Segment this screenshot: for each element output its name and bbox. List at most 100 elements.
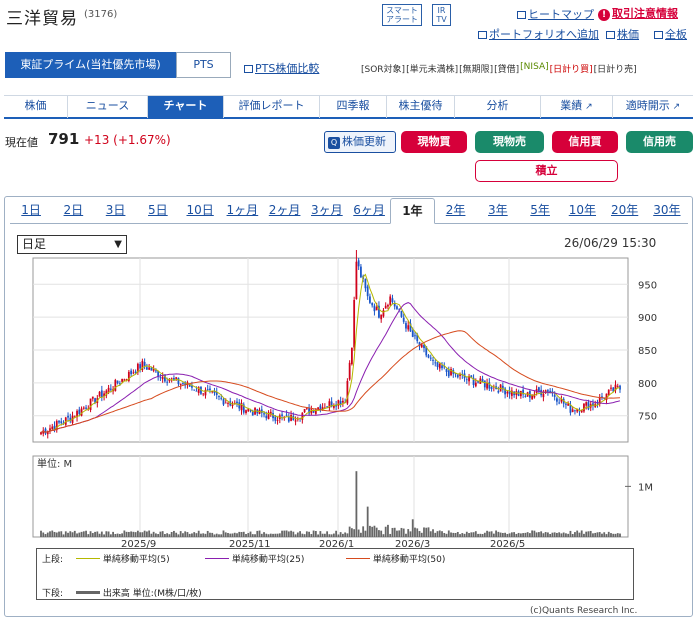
- volume-bar: [71, 532, 74, 537]
- volume-bar: [53, 531, 56, 537]
- legend-ma25: 単純移動平均(25): [205, 552, 304, 565]
- nav-tab-benefits[interactable]: 株主優待: [387, 96, 455, 118]
- volume-bar: [533, 530, 536, 537]
- volume-bar: [220, 534, 223, 537]
- volume-bar: [371, 526, 374, 537]
- volume-bar: [578, 532, 581, 537]
- market-tab-primary[interactable]: 東証プライム(当社優先市場): [5, 52, 176, 78]
- candle-body: [303, 409, 306, 413]
- volume-bar: [326, 531, 329, 537]
- candle-body: [276, 419, 279, 421]
- nav-tab-chart[interactable]: チャート: [148, 96, 224, 118]
- volume-bar: [260, 533, 263, 537]
- candle-body: [610, 387, 612, 389]
- volume-bar: [312, 530, 315, 537]
- period-tab-4[interactable]: 10日: [179, 198, 221, 223]
- volume-bar: [301, 533, 304, 537]
- volume-bar: [335, 530, 338, 537]
- period-tab-6[interactable]: 2ヶ月: [264, 198, 306, 223]
- volume-bar: [364, 530, 367, 537]
- nav-tab-earnings[interactable]: 業績 ↗: [541, 96, 613, 118]
- period-tab-13[interactable]: 10年: [561, 198, 603, 223]
- accumulate-button[interactable]: 積立: [475, 160, 618, 182]
- candle-body: [121, 379, 124, 382]
- margin-sell-button[interactable]: 信用売: [626, 131, 693, 153]
- badge-daytrade-buy: [日計り買]: [549, 65, 593, 75]
- volume-bar: [436, 531, 439, 537]
- cash-buy-button[interactable]: 現物買: [401, 131, 467, 153]
- volume-label: 出来高 単位:(M株/口/枚): [102, 589, 202, 599]
- market-tab-pts[interactable]: PTS: [176, 52, 231, 78]
- volume-bar: [351, 528, 353, 537]
- volume-bar: [369, 525, 371, 537]
- volume-bar: [323, 533, 326, 537]
- nav-tab-disclosure[interactable]: 適時開示 ↗: [613, 96, 693, 118]
- portfolio-link[interactable]: ポートフォリオへ追加: [478, 26, 599, 42]
- candle-body: [209, 388, 211, 391]
- alert-icon: !: [598, 9, 610, 21]
- period-tab-9[interactable]: 1年: [390, 198, 435, 224]
- full-board-link[interactable]: 全板: [654, 26, 687, 42]
- volume-bar: [242, 531, 245, 537]
- cash-sell-button[interactable]: 現物売: [475, 131, 544, 153]
- volume-bar: [459, 534, 461, 537]
- candle-body: [574, 410, 576, 412]
- candle-body: [465, 379, 468, 381]
- volume-bar: [565, 533, 567, 537]
- margin-buy-button[interactable]: 信用買: [552, 131, 618, 153]
- period-tab-12[interactable]: 5年: [519, 198, 561, 223]
- candle-body: [441, 365, 443, 369]
- badge-indefinite: [無期限]: [459, 65, 494, 75]
- volume-bar: [116, 533, 119, 537]
- volume-bar: [558, 532, 561, 537]
- volume-bar: [100, 531, 103, 537]
- nav-tab-analysis[interactable]: 分析: [455, 96, 541, 118]
- volume-tick-label: 1M: [638, 482, 653, 493]
- smart-alert-button[interactable]: スマート アラート: [382, 4, 422, 26]
- heatmap-link[interactable]: ヒートマップ: [517, 6, 594, 22]
- volume-bar: [107, 531, 110, 537]
- period-tab-1[interactable]: 2日: [52, 198, 94, 223]
- candle-body: [206, 389, 209, 391]
- period-tab-3[interactable]: 5日: [137, 198, 179, 223]
- volume-bar: [339, 532, 342, 537]
- candle-body: [236, 401, 238, 404]
- period-tab-8[interactable]: 6ヶ月: [348, 198, 390, 223]
- volume-bar: [447, 530, 450, 537]
- volume-bar: [69, 531, 72, 537]
- ir-tv-button[interactable]: IR TV: [432, 4, 451, 26]
- period-tab-11[interactable]: 3年: [477, 198, 519, 223]
- external-link-icon: ↗: [582, 102, 593, 112]
- period-tab-14[interactable]: 20年: [604, 198, 646, 223]
- pts-compare-link[interactable]: PTS株価比較: [244, 60, 319, 76]
- period-tab-15[interactable]: 30年: [646, 198, 688, 223]
- volume-bar: [136, 530, 139, 537]
- nav-tab-news[interactable]: ニュース: [68, 96, 148, 118]
- volume-bar: [121, 533, 124, 537]
- period-tab-5[interactable]: 1ヶ月: [221, 198, 263, 223]
- window-icon: [244, 65, 253, 73]
- candle-body: [351, 347, 353, 365]
- period-tab-2[interactable]: 3日: [95, 198, 137, 223]
- nav-tab-price[interactable]: 株価: [4, 96, 68, 118]
- refresh-price-button[interactable]: Q 株価更新: [324, 131, 396, 153]
- stock-chart[interactable]: 7508008509009502025/9 2025/11 2026/1 2026/3…: [0, 250, 697, 550]
- volume-bar: [251, 534, 254, 537]
- volume-bar: [184, 531, 187, 537]
- candle-body: [116, 380, 119, 384]
- candle-body: [177, 377, 180, 384]
- window-icon: [606, 31, 615, 39]
- risk-info-link[interactable]: ! 取引注意情報: [598, 5, 678, 21]
- badge-daytrade-sell: [日計り売]: [593, 65, 637, 75]
- period-tab-7[interactable]: 3ヶ月: [306, 198, 348, 223]
- period-tab-0[interactable]: 1日: [10, 198, 52, 223]
- risk-label: 取引注意情報: [612, 7, 678, 20]
- volume-bar: [425, 527, 428, 537]
- nav-tab-shikiho[interactable]: 四季報: [320, 96, 387, 118]
- price-change: +13 (+1.67%): [84, 133, 171, 147]
- period-tab-10[interactable]: 2年: [435, 198, 477, 223]
- nav-tab-report[interactable]: 評価レポート: [224, 96, 320, 118]
- stock-price-link[interactable]: 株価: [606, 26, 639, 42]
- volume-bar: [281, 530, 283, 537]
- volume-bar: [483, 532, 486, 537]
